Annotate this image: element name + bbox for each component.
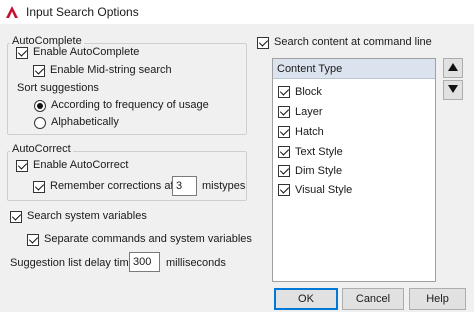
triangle-up-icon — [448, 62, 458, 74]
list-item-label: Block — [295, 86, 322, 98]
hatch-check-icon — [278, 126, 290, 138]
enable-autocomplete-check-icon — [16, 46, 28, 59]
delay-unit-label: milliseconds — [166, 257, 226, 269]
ok-button[interactable]: OK — [274, 288, 338, 310]
search-system-variables-check-icon — [10, 210, 22, 223]
content-type-list[interactable]: Content Type Block Layer Hatch Text Styl… — [272, 58, 436, 282]
search-system-variables-checkbox[interactable]: Search system variables — [10, 210, 147, 223]
list-item-label: Layer — [295, 106, 323, 118]
list-item-label: Visual Style — [295, 184, 353, 196]
mistypes-count-input[interactable]: 3 — [172, 176, 197, 196]
list-item-visual-style[interactable]: Visual Style — [278, 182, 352, 198]
triangle-down-icon — [448, 84, 458, 96]
sort-suggestions-label: Sort suggestions — [17, 82, 99, 94]
list-item-label: Text Style — [295, 146, 343, 158]
enable-midstring-label: Enable Mid-string search — [50, 64, 172, 76]
sort-alphabetical-radio[interactable]: Alphabetically — [34, 116, 119, 129]
separate-commands-check-icon — [27, 233, 39, 246]
sort-frequency-radio[interactable]: According to frequency of usage — [34, 99, 209, 112]
list-item-label: Hatch — [295, 126, 324, 138]
remember-corrections-checkbox[interactable]: Remember corrections after — [33, 180, 186, 193]
sort-suggestions-label-row: Sort suggestions — [17, 82, 99, 95]
remember-corrections-check-icon — [33, 180, 45, 193]
list-item-hatch[interactable]: Hatch — [278, 124, 324, 140]
search-content-label: Search content at command line — [274, 36, 432, 48]
search-system-variables-label: Search system variables — [27, 210, 147, 222]
window-title: Input Search Options — [26, 5, 139, 19]
title-bar: Input Search Options — [0, 0, 474, 24]
mistypes-label: mistypes — [202, 180, 246, 192]
move-up-button[interactable] — [443, 58, 463, 78]
visual-style-check-icon — [278, 184, 290, 196]
cancel-button[interactable]: Cancel — [342, 288, 404, 310]
list-item-layer[interactable]: Layer — [278, 104, 323, 120]
delay-time-input[interactable]: 300 — [129, 252, 160, 272]
enable-autocomplete-label: Enable AutoComplete — [33, 46, 140, 58]
content-type-header: Content Type — [273, 59, 435, 79]
help-button[interactable]: Help — [409, 288, 466, 310]
separate-commands-label: Separate commands and system variables — [44, 233, 252, 245]
content-type-header-label: Content Type — [277, 62, 343, 75]
list-item-block[interactable]: Block — [278, 84, 322, 100]
list-item-label: Dim Style — [295, 165, 343, 177]
block-check-icon — [278, 86, 290, 98]
sort-frequency-label: According to frequency of usage — [51, 99, 209, 111]
enable-autocomplete-checkbox[interactable]: Enable AutoComplete — [16, 46, 139, 59]
delay-label: Suggestion list delay time — [10, 257, 135, 269]
sort-alphabetical-label: Alphabetically — [51, 116, 119, 128]
search-content-check-icon — [257, 36, 269, 49]
remember-corrections-label: Remember corrections after — [50, 180, 187, 192]
search-content-checkbox[interactable]: Search content at command line — [257, 36, 432, 49]
separate-commands-checkbox[interactable]: Separate commands and system variables — [27, 233, 252, 246]
list-item-dim-style[interactable]: Dim Style — [278, 163, 342, 179]
layer-check-icon — [278, 106, 290, 118]
enable-autocorrect-checkbox[interactable]: Enable AutoCorrect — [16, 159, 128, 172]
sort-alphabetical-radio-icon — [34, 116, 46, 129]
list-item-text-style[interactable]: Text Style — [278, 144, 343, 160]
move-down-button[interactable] — [443, 80, 463, 100]
autocad-logo-icon — [5, 5, 19, 19]
dim-style-check-icon — [278, 165, 290, 177]
enable-midstring-checkbox[interactable]: Enable Mid-string search — [33, 64, 172, 77]
autocorrect-group-label: AutoCorrect — [10, 143, 73, 155]
enable-autocorrect-label: Enable AutoCorrect — [33, 159, 129, 171]
sort-frequency-radio-icon — [34, 99, 46, 112]
enable-autocorrect-check-icon — [16, 159, 28, 172]
enable-midstring-check-icon — [33, 64, 45, 77]
text-style-check-icon — [278, 146, 290, 158]
